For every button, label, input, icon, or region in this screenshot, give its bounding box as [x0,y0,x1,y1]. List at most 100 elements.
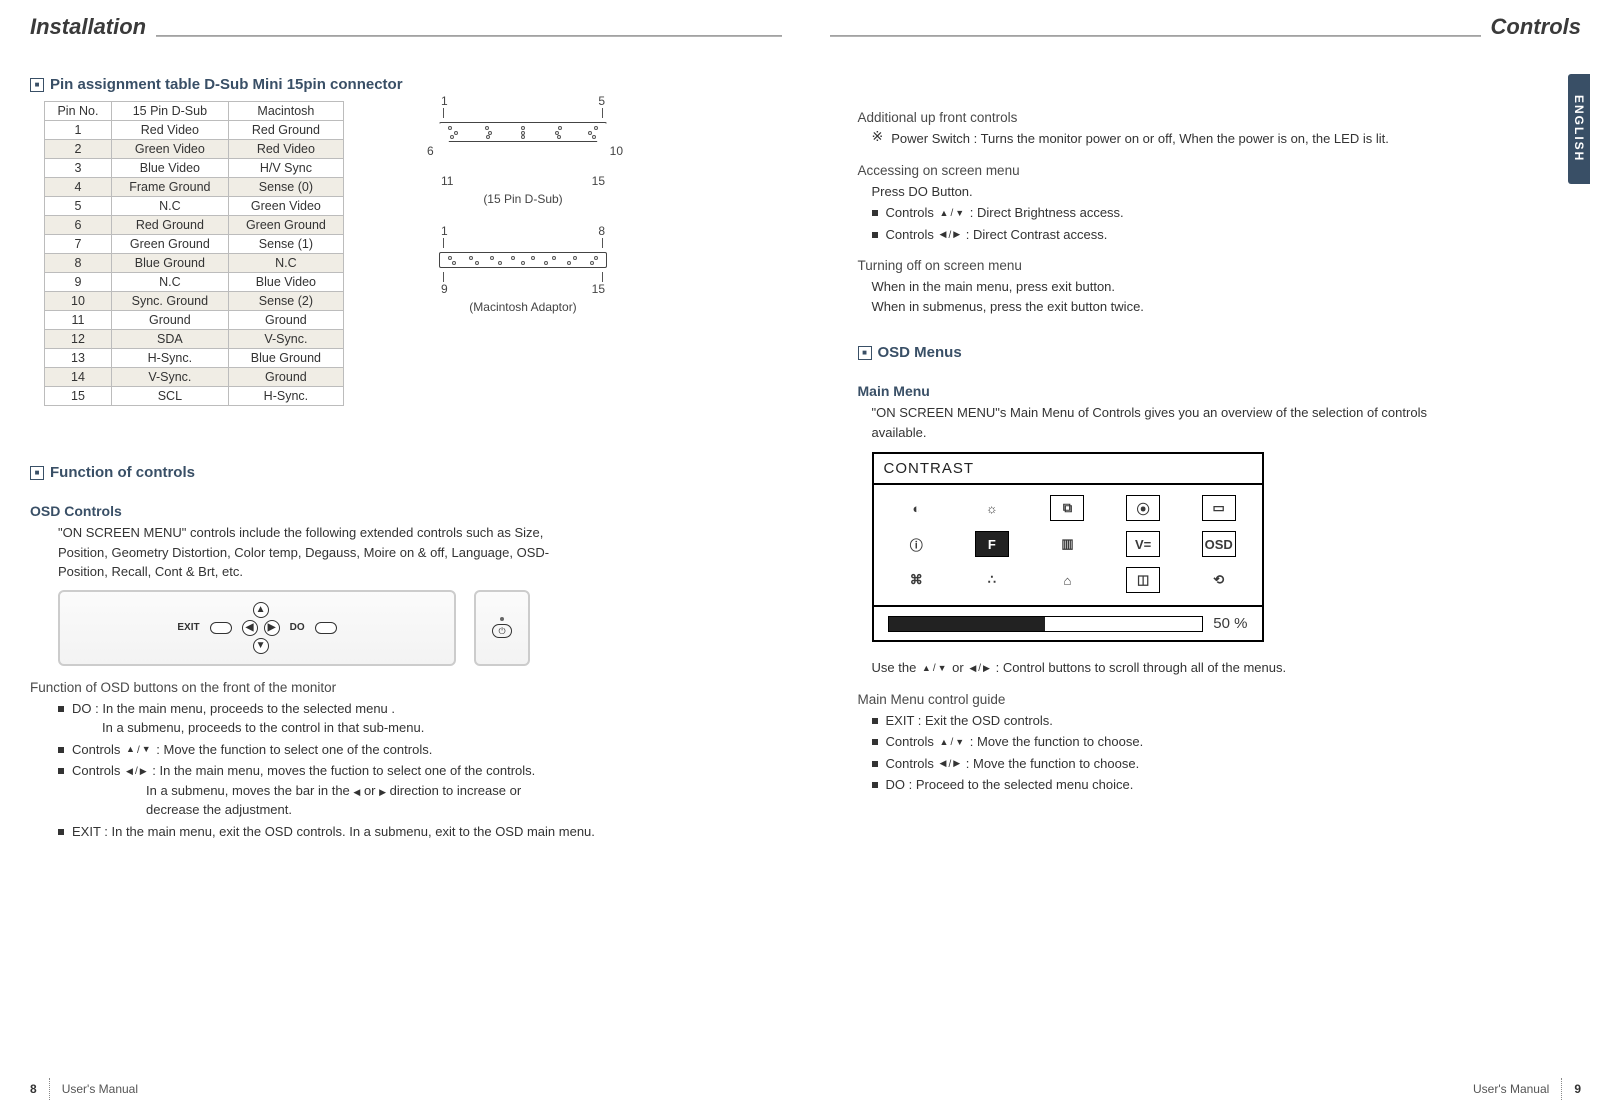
table-row: 11GroundGround [45,311,344,330]
osd-menu-icon[interactable]: ▭ [1202,495,1236,521]
table-cell: Blue Ground [228,349,343,368]
table-cell: Green Video [228,197,343,216]
table-cell: Red Video [228,140,343,159]
right-icon: ▶ [379,787,386,797]
power-button[interactable]: ⏻ [492,624,512,638]
table-cell: 3 [45,159,112,178]
table-cell: N.C [228,254,343,273]
front-panel: EXIT ▲ ◀ ▶ ▼ DO [58,590,456,666]
table-cell: Red Video [111,121,228,140]
table-cell: 15 [45,387,112,406]
pin-th-1: 15 Pin D-Sub [111,102,228,121]
up-down-icon: ▲/▼ [940,206,965,221]
bullet-icon [872,739,878,745]
table-cell: Blue Ground [111,254,228,273]
right-button[interactable]: ▶ [264,620,280,636]
do-button[interactable] [315,622,337,634]
bullet-icon [872,210,878,216]
pin-th-2: Macintosh [228,102,343,121]
table-cell: Blue Video [228,273,343,292]
osd-controls-heading: OSD Controls [30,503,782,519]
table-row: 8Blue GroundN.C [45,254,344,273]
power-switch-desc: Power Switch : Turns the monitor power o… [891,129,1389,149]
use-pre: Use the [872,660,920,675]
osd-menu-icon[interactable]: ⌘ [899,567,933,593]
page-title-left: Installation [30,14,146,40]
osd-controls-desc: "ON SCREEN MENU" controls include the fo… [30,523,590,582]
guide-lr-pre: Controls [886,756,938,771]
connector-mac: 18 915 (Macintosh Adaptor) [439,224,607,314]
table-cell: SDA [111,330,228,349]
table-cell: 10 [45,292,112,311]
table-row: 4Frame GroundSense (0) [45,178,344,197]
table-cell: N.C [111,273,228,292]
osd-menu-icon[interactable]: OSD [1202,531,1236,557]
section-marker-icon [30,466,44,480]
osd-menu-icon[interactable]: ⓘ [899,531,933,557]
osd-menu-icon[interactable]: ▥ [1050,531,1084,557]
osd-menu-icon[interactable]: V= [1126,531,1160,557]
language-tab: ENGLISH [1568,74,1590,184]
bullet-icon [58,829,64,835]
table-cell: Sense (1) [228,235,343,254]
connector-dsub: 15 610 1115 (15 Pin D-Sub) [439,94,607,206]
footer-left: 8 User's Manual [30,1078,138,1100]
osd-menu-icon[interactable]: ⟲ [1202,567,1236,593]
use-suf: : Control buttons to scroll through all … [996,660,1287,675]
osd-menu-icon[interactable]: ◐ [899,495,933,521]
main-menu-heading: Main Menu [830,383,1582,399]
osd-menu-icon[interactable]: ∴ [975,567,1009,593]
table-row: 12SDAV-Sync. [45,330,344,349]
table-cell: Frame Ground [111,178,228,197]
left-right-icon: ◀/▶ [126,764,147,779]
table-row: 14V-Sync.Ground [45,368,344,387]
main-menu-desc: "ON SCREEN MENU"s Main Menu of Controls … [830,403,1450,442]
osd-menu-icon[interactable]: ⌂ [1050,567,1084,593]
up-down-icon: ▲/▼ [126,743,151,758]
title-rule [830,35,1481,37]
dsub-lbl-15: 15 [592,174,605,188]
osd-menu-icon[interactable]: ⧉ [1050,495,1084,521]
down-button[interactable]: ▼ [253,638,269,654]
table-cell: V-Sync. [228,330,343,349]
turnoff-2: When in submenus, press the exit button … [872,297,1582,317]
table-row: 10Sync. GroundSense (2) [45,292,344,311]
exit-desc: EXIT : In the main menu, exit the OSD co… [72,822,595,842]
section-function-title: Function of controls [30,464,782,481]
osd-menu-icon[interactable]: ⦿ [1126,495,1160,521]
section-osd-label: OSD Menus [878,344,962,361]
table-cell: 13 [45,349,112,368]
table-cell: 6 [45,216,112,235]
section-function-label: Function of controls [50,464,195,481]
section-pin-title: Pin assignment table D-Sub Mini 15pin co… [30,76,782,93]
table-cell: Sync. Ground [111,292,228,311]
table-cell: H-Sync. [228,387,343,406]
do-desc-1: DO : In the main menu, proceeds to the s… [72,701,395,716]
table-row: 3Blue VideoH/V Sync [45,159,344,178]
flower-icon: ※ [872,129,884,143]
table-cell: SCL [111,387,228,406]
bullet-icon [872,232,878,238]
table-cell: H-Sync. [111,349,228,368]
up-button[interactable]: ▲ [253,602,269,618]
table-row: 1Red VideoRed Ground [45,121,344,140]
bullet-icon [58,747,64,753]
table-cell: 11 [45,311,112,330]
table-cell: 4 [45,178,112,197]
osd-menu-icon[interactable]: F [975,531,1009,557]
exit-button[interactable] [210,622,232,634]
osd-bar[interactable] [888,616,1204,632]
osd-menu-icon[interactable]: ◫ [1126,567,1160,593]
bullet-icon [58,768,64,774]
osd-menu-icon[interactable]: ☼ [975,495,1009,521]
table-cell: V-Sync. [111,368,228,387]
ctrl-lr-suf: : In the main menu, moves the fuction to… [149,763,536,778]
footer-right: User's Manual 9 [1473,1078,1581,1100]
contrast-suf: : Direct Contrast access. [962,227,1107,242]
table-row: 15SCLH-Sync. [45,387,344,406]
ctrl-ud-pre: Controls [72,742,124,757]
up-down-icon: ▲/▼ [922,661,947,676]
osd-buttons-heading: Function of OSD buttons on the front of … [30,680,782,695]
bullet-icon [872,718,878,724]
left-button[interactable]: ◀ [242,620,258,636]
